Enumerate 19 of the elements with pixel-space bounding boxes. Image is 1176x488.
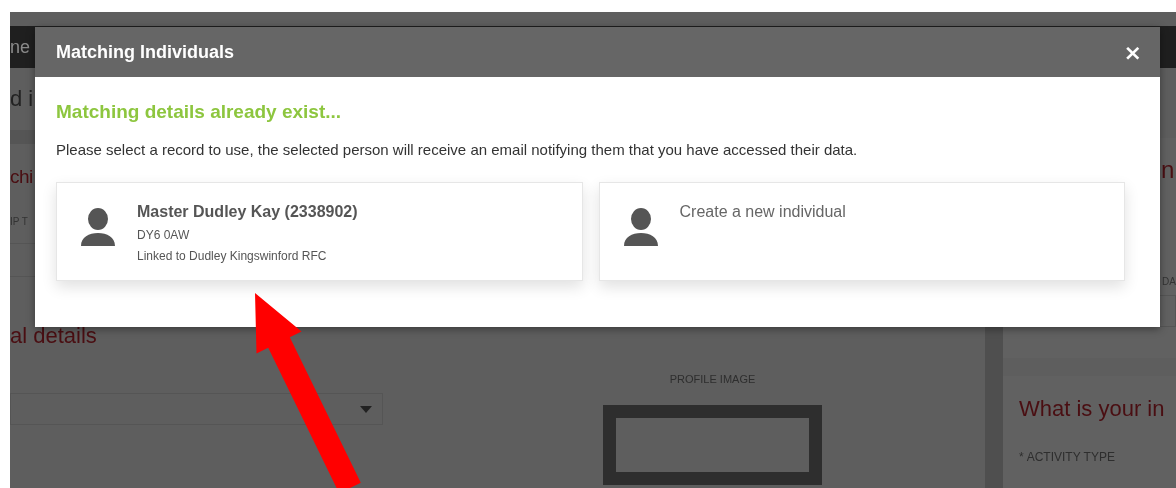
- record-postcode: DY6 0AW: [137, 228, 191, 242]
- panel-heading: What is your in: [1019, 396, 1166, 422]
- record-card[interactable]: Master Dudley Kay (2338902) DY6 0AW Linked to Dudley Kingswinford RFC: [56, 182, 583, 281]
- dialog-message: Please select a record to use, the selected person will receive an email notifying them that you have accessed their data.: [56, 141, 859, 158]
- record-club: Linked to Dudley Kingswinford RFC: [137, 249, 328, 263]
- record-card[interactable]: Create a new individual: [598, 182, 1125, 281]
- close-button[interactable]: ×: [1119, 39, 1146, 65]
- dropdown-field[interactable]: [10, 393, 383, 425]
- dialog-heading: Matching details already exist...: [56, 101, 343, 123]
- panel-heading: n: [1161, 156, 1176, 184]
- dialog-title: Matching Individuals: [56, 41, 234, 63]
- page-heading: d i: [10, 86, 34, 113]
- required-mark: *: [1019, 450, 1024, 464]
- section-heading: chi: [10, 166, 33, 189]
- record-name: Create a new individual: [679, 203, 846, 221]
- nav-link[interactable]: ne: [10, 36, 31, 58]
- section-heading: al details: [10, 323, 97, 349]
- record-name: Master Dudley Kay (2338902): [137, 203, 358, 221]
- caret-icon: [360, 405, 372, 413]
